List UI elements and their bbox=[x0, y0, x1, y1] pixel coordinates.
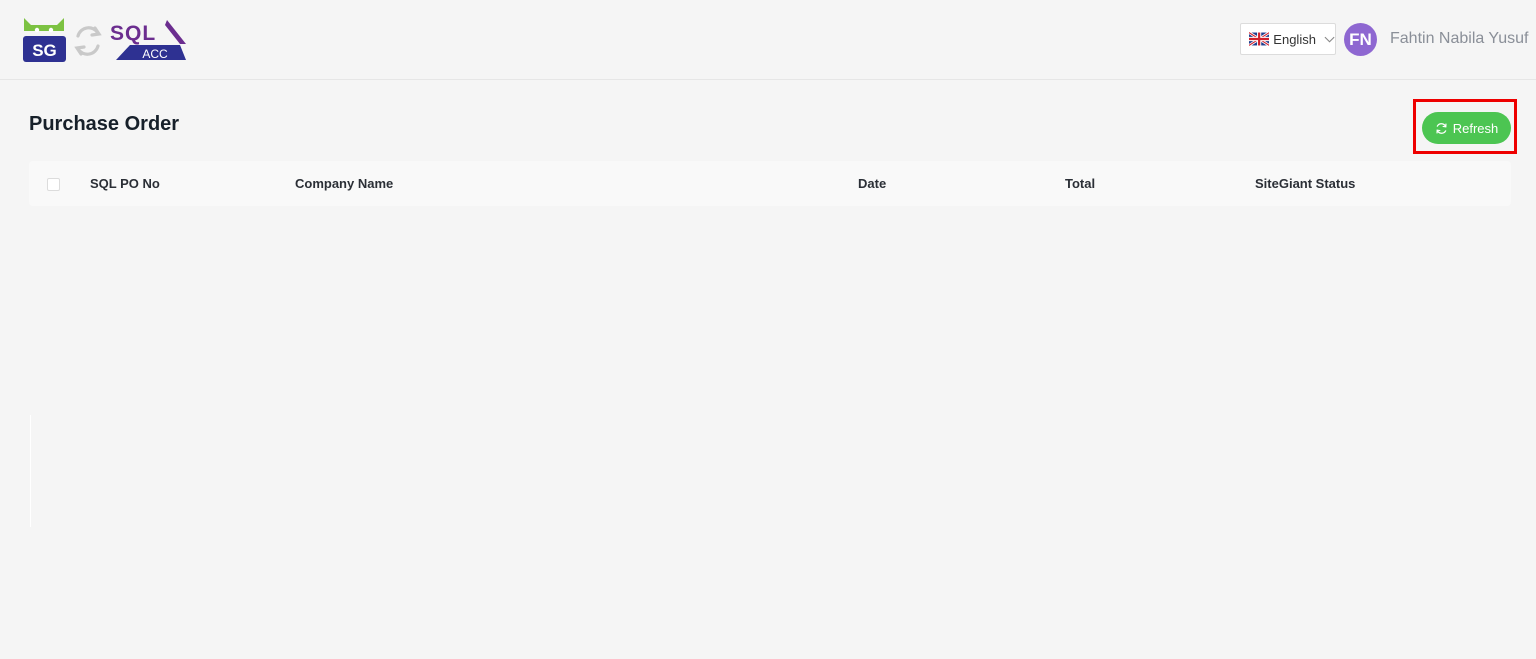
purchase-order-table-header: SQL PO No Company Name Date Total SiteGi… bbox=[29, 161, 1511, 206]
column-header-date[interactable]: Date bbox=[858, 176, 886, 191]
app-logo[interactable]: SG SQL ACC bbox=[22, 14, 188, 64]
user-avatar[interactable]: FN bbox=[1344, 23, 1377, 56]
language-selector[interactable]: English bbox=[1240, 23, 1336, 55]
select-all-checkbox[interactable] bbox=[47, 178, 60, 191]
svg-text:SG: SG bbox=[32, 41, 57, 60]
chevron-down-icon bbox=[1324, 36, 1335, 43]
user-name[interactable]: Fahtin Nabila Yusuf bbox=[1390, 30, 1528, 48]
column-header-total[interactable]: Total bbox=[1065, 176, 1095, 191]
column-header-company-name[interactable]: Company Name bbox=[295, 176, 393, 191]
column-header-sql-po-no[interactable]: SQL PO No bbox=[90, 176, 160, 191]
refresh-icon bbox=[1436, 122, 1447, 134]
column-header-sitegiant-status[interactable]: SiteGiant Status bbox=[1255, 176, 1355, 191]
top-navbar: SG SQL ACC English FN Fahtin Nabila Yusu… bbox=[0, 0, 1536, 80]
svg-text:SQL: SQL bbox=[110, 22, 156, 45]
uk-flag-icon bbox=[1249, 32, 1270, 46]
sg-robot-logo-icon: SG bbox=[23, 18, 66, 62]
divider bbox=[30, 415, 31, 527]
language-label: English bbox=[1273, 31, 1316, 47]
refresh-button[interactable]: Refresh bbox=[1422, 112, 1511, 144]
refresh-button-label: Refresh bbox=[1452, 120, 1499, 136]
page-title: Purchase Order bbox=[29, 113, 180, 135]
sync-arrows-icon bbox=[74, 26, 102, 56]
svg-text:ACC: ACC bbox=[142, 47, 168, 61]
sql-acc-logo-icon: SQL ACC bbox=[110, 20, 186, 61]
